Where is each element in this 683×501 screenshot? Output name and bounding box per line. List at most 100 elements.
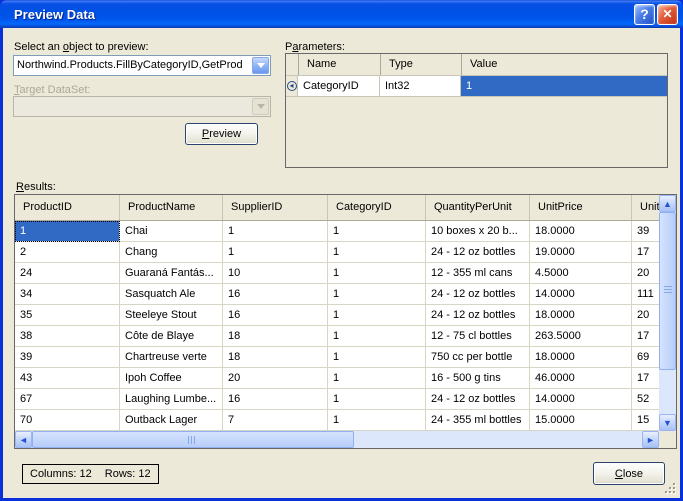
results-cell[interactable]: 46.0000 [530, 368, 632, 389]
results-cell[interactable]: 35 [15, 305, 120, 326]
results-cell[interactable]: 263.5000 [530, 326, 632, 347]
results-cell[interactable]: 16 [223, 389, 328, 410]
results-cell[interactable]: Outback Lager [120, 410, 223, 431]
results-cell[interactable]: 1 [328, 305, 426, 326]
results-cell[interactable]: Sasquatch Ale [120, 284, 223, 305]
results-cell[interactable]: 1 [15, 221, 120, 242]
results-cell[interactable]: 18.0000 [530, 221, 632, 242]
results-cell[interactable]: 16 - 500 g tins [426, 368, 530, 389]
results-cell[interactable]: 52 [632, 389, 659, 410]
results-cell[interactable]: 1 [328, 221, 426, 242]
results-cell[interactable]: 34 [15, 284, 120, 305]
scroll-right-icon[interactable]: ► [642, 431, 659, 448]
results-cell[interactable]: 1 [328, 410, 426, 431]
help-icon[interactable]: ? [634, 3, 655, 25]
results-cell[interactable]: 24 [15, 263, 120, 284]
row-header-cell[interactable]: ◂ [286, 76, 298, 96]
horizontal-scrollbar-track[interactable] [354, 431, 642, 448]
close-button[interactable]: Close [593, 462, 665, 485]
results-cell[interactable]: 18.0000 [530, 305, 632, 326]
results-cell[interactable]: 24 - 12 oz bottles [426, 305, 530, 326]
results-cell[interactable]: 1 [328, 284, 426, 305]
results-cell[interactable]: 16 [223, 305, 328, 326]
results-cell[interactable]: 17 [632, 326, 659, 347]
results-cell[interactable]: Steeleye Stout [120, 305, 223, 326]
parameters-column-header-type[interactable]: Type [380, 54, 461, 75]
results-cell[interactable]: 20 [632, 263, 659, 284]
results-cell[interactable]: 111 [632, 284, 659, 305]
resize-grip[interactable] [665, 483, 677, 495]
results-cell[interactable]: 1 [328, 389, 426, 410]
results-cell[interactable]: 10 [223, 263, 328, 284]
results-cell[interactable]: 17 [632, 242, 659, 263]
results-column-header[interactable]: CategoryID [328, 195, 426, 220]
title-bar[interactable]: Preview Data ? ✕ [0, 0, 683, 28]
results-cell[interactable]: 15.0000 [530, 410, 632, 431]
results-cell[interactable]: 1 [328, 368, 426, 389]
results-cell[interactable]: Chai [120, 221, 223, 242]
results-cell[interactable]: 1 [223, 221, 328, 242]
results-cell[interactable]: 14.0000 [530, 389, 632, 410]
results-cell[interactable]: 12 - 355 ml cans [426, 263, 530, 284]
results-cell[interactable]: 39 [15, 347, 120, 368]
results-cell[interactable]: 2 [15, 242, 120, 263]
results-cell[interactable]: 70 [15, 410, 120, 431]
results-cell[interactable]: 67 [15, 389, 120, 410]
scroll-left-icon[interactable]: ◄ [15, 431, 32, 448]
vertical-scrollbar[interactable]: ▲ ▼ [659, 195, 676, 431]
results-column-header[interactable]: UnitPrice [530, 195, 632, 220]
results-cell[interactable]: Chartreuse verte [120, 347, 223, 368]
horizontal-scrollbar-thumb[interactable] [32, 431, 354, 448]
results-cell[interactable]: 43 [15, 368, 120, 389]
results-column-header[interactable]: ProductName [120, 195, 223, 220]
results-cell[interactable]: 14.0000 [530, 284, 632, 305]
results-cell[interactable]: 16 [223, 284, 328, 305]
scroll-down-icon[interactable]: ▼ [659, 414, 676, 431]
results-cell[interactable]: 1 [223, 242, 328, 263]
results-cell[interactable]: 20 [223, 368, 328, 389]
results-column-header[interactable]: ProductID [15, 195, 120, 220]
results-cell[interactable]: 7 [223, 410, 328, 431]
parameters-column-header-name[interactable]: Name [298, 54, 380, 75]
results-column-header[interactable]: SupplierID [223, 195, 328, 220]
object-dropdown-button[interactable] [252, 57, 269, 74]
parameter-name-cell[interactable]: CategoryID [298, 76, 380, 96]
results-cell[interactable]: Côte de Blaye [120, 326, 223, 347]
results-column-header[interactable]: QuantityPerUnit [426, 195, 530, 220]
results-cell[interactable]: 69 [632, 347, 659, 368]
results-cell[interactable]: 1 [328, 326, 426, 347]
results-cell[interactable]: 1 [328, 347, 426, 368]
results-cell[interactable]: 18 [223, 326, 328, 347]
vertical-scrollbar-thumb[interactable] [659, 212, 676, 370]
results-cell[interactable]: 24 - 355 ml bottles [426, 410, 530, 431]
object-combobox[interactable]: Northwind.Products.FillByCategoryID,GetP… [13, 55, 271, 76]
results-cell[interactable]: 10 boxes x 20 b... [426, 221, 530, 242]
results-cell[interactable]: 18 [223, 347, 328, 368]
results-cell[interactable]: 1 [328, 263, 426, 284]
parameter-value-cell[interactable]: 1 [461, 76, 667, 96]
results-cell[interactable]: Laughing Lumbe... [120, 389, 223, 410]
vertical-scrollbar-track[interactable] [659, 370, 676, 414]
results-cell[interactable]: 24 - 12 oz bottles [426, 284, 530, 305]
results-cell[interactable]: 1 [328, 242, 426, 263]
results-cell[interactable]: Chang [120, 242, 223, 263]
results-cell[interactable]: 38 [15, 326, 120, 347]
parameter-type-cell[interactable]: Int32 [380, 76, 461, 96]
results-cell[interactable]: 24 - 12 oz bottles [426, 389, 530, 410]
results-cell[interactable]: 18.0000 [530, 347, 632, 368]
scroll-up-icon[interactable]: ▲ [659, 195, 676, 212]
results-cell[interactable]: 19.0000 [530, 242, 632, 263]
results-cell[interactable]: 39 [632, 221, 659, 242]
results-cell[interactable]: 20 [632, 305, 659, 326]
parameters-column-header-value[interactable]: Value [461, 54, 667, 75]
results-column-header[interactable]: UnitsI [632, 195, 659, 220]
preview-button[interactable]: Preview [185, 123, 258, 145]
horizontal-scrollbar[interactable]: ◄ ► [15, 431, 676, 448]
results-cell[interactable]: 24 - 12 oz bottles [426, 242, 530, 263]
results-cell[interactable]: 750 cc per bottle [426, 347, 530, 368]
results-cell[interactable]: 4.5000 [530, 263, 632, 284]
results-cell[interactable]: Guaraná Fantás... [120, 263, 223, 284]
results-cell[interactable]: Ipoh Coffee [120, 368, 223, 389]
results-cell[interactable]: 12 - 75 cl bottles [426, 326, 530, 347]
results-cell[interactable]: 17 [632, 368, 659, 389]
